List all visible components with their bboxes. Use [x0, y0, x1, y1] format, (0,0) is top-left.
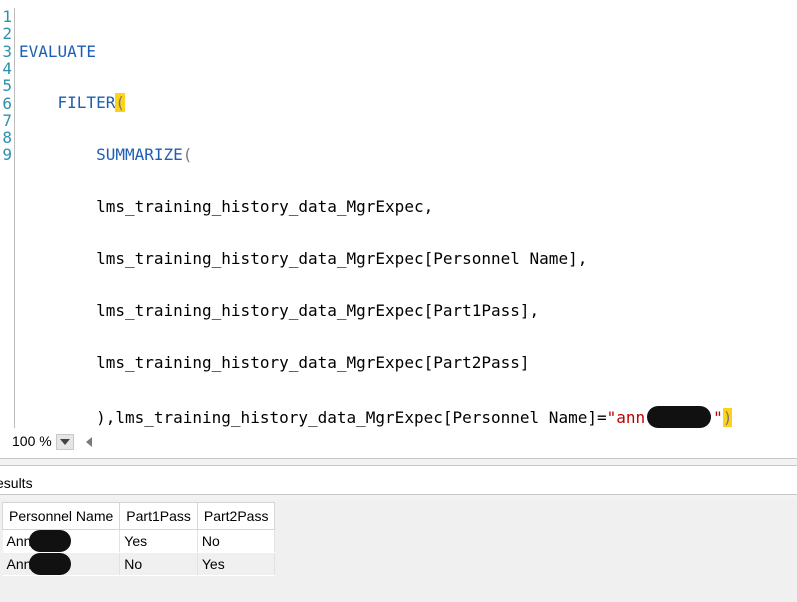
column-header-part2pass[interactable]: Part2Pass	[196, 502, 276, 530]
cell-text: Ann	[6, 533, 32, 549]
filter-keyword: FILTER	[57, 93, 116, 113]
line-number: 2	[2, 24, 12, 44]
line-number: 1	[2, 7, 12, 26]
table-row[interactable]: Ann No Yes	[2, 552, 276, 576]
cell-part1pass[interactable]: Yes	[119, 529, 198, 553]
filter-condition: ),lms_training_history_data_MgrExpec[Per…	[96, 407, 607, 427]
results-grid[interactable]: Personnel Name Part1Pass Part2Pass Ann Y…	[1, 502, 276, 576]
scroll-left-arrow-icon[interactable]	[86, 437, 92, 447]
string-literal-start: "ann	[606, 407, 646, 427]
matched-bracket-close: )	[722, 407, 733, 427]
line-number-gutter: 1 2 3 4 5 6 7 8 9	[0, 8, 15, 428]
code-line-6: lms_training_history_data_MgrExpec[Part1…	[19, 302, 732, 319]
line-number: 6	[2, 93, 12, 113]
splitter[interactable]	[0, 458, 797, 466]
code-line-7: lms_training_history_data_MgrExpec[Part2…	[19, 354, 732, 371]
table-row[interactable]: Ann Yes No	[2, 529, 276, 553]
cell-text: Ann	[6, 556, 32, 572]
cell-personnel-name[interactable]: Ann	[2, 529, 121, 553]
line-number: 5	[2, 76, 12, 96]
line-number: 7	[2, 110, 12, 130]
code-line-3: SUMMARIZE(	[19, 146, 732, 163]
string-literal-end: "	[713, 407, 723, 427]
line-number: 8	[2, 128, 12, 148]
redaction-mark	[29, 530, 72, 552]
summarize-keyword: SUMMARIZE	[96, 145, 183, 165]
matched-bracket-open: (	[115, 93, 125, 113]
code-line-4: lms_training_history_data_MgrExpec,	[19, 198, 732, 215]
code-line-2: FILTER(	[19, 93, 732, 113]
cell-part1pass[interactable]: No	[119, 552, 198, 576]
bracket-open: (	[182, 145, 193, 165]
column-reference: lms_training_history_data_MgrExpec[Perso…	[96, 249, 588, 269]
results-tab-strip: esults	[0, 466, 797, 494]
cell-part2pass[interactable]: No	[197, 529, 276, 553]
results-grid-area: Personnel Name Part1Pass Part2Pass Ann Y…	[0, 500, 797, 602]
query-editor[interactable]: 1 2 3 4 5 6 7 8 9 EVALUATE FILTER( SUMMA…	[0, 0, 797, 428]
evaluate-keyword: EVALUATE	[19, 41, 97, 61]
grid-header-row: Personnel Name Part1Pass Part2Pass	[1, 502, 276, 530]
dropdown-arrow-icon	[60, 439, 70, 445]
code-line-5: lms_training_history_data_MgrExpec[Perso…	[19, 250, 732, 267]
table-reference: lms_training_history_data_MgrExpec,	[96, 197, 434, 217]
line-number: 3	[2, 41, 12, 61]
tab-results[interactable]: esults	[0, 475, 33, 491]
column-reference: lms_training_history_data_MgrExpec[Part2…	[96, 352, 530, 372]
line-number: 9	[2, 145, 12, 165]
zoom-bar: 100 %	[0, 428, 797, 456]
code-line-8: ),lms_training_history_data_MgrExpec[Per…	[19, 405, 733, 428]
cell-personnel-name[interactable]: Ann	[2, 552, 121, 576]
redaction-mark	[647, 405, 712, 428]
column-reference: lms_training_history_data_MgrExpec[Part1…	[96, 301, 540, 321]
redaction-mark	[29, 553, 72, 575]
code-line-1: EVALUATE	[19, 41, 732, 61]
cell-part2pass[interactable]: Yes	[197, 552, 276, 576]
line-number: 4	[2, 58, 12, 78]
zoom-level: 100 %	[12, 433, 52, 449]
column-header-part1pass[interactable]: Part1Pass	[119, 502, 198, 530]
column-header-personnel-name[interactable]: Personnel Name	[1, 502, 121, 530]
zoom-dropdown-button[interactable]	[56, 434, 74, 450]
